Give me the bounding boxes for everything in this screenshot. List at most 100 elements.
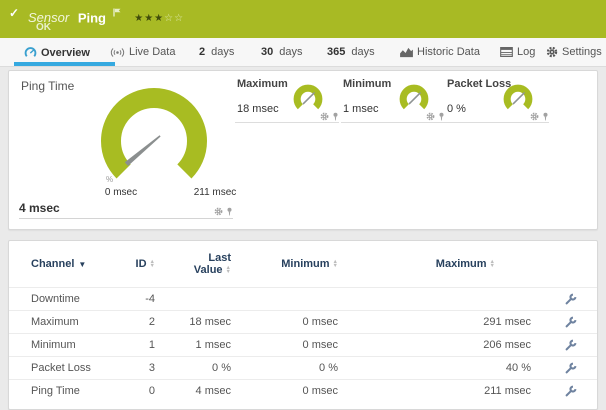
channel-maximum: 291 msec	[338, 316, 531, 328]
channel-last-value: 4 msec	[155, 385, 231, 397]
channel-minimum: 0 msec	[231, 385, 338, 397]
channel-name: Maximum	[31, 316, 131, 328]
tab-365-days-number: 365	[327, 46, 345, 58]
channel-id: -4	[131, 293, 155, 305]
channel-maximum: 40 %	[338, 362, 531, 374]
wrench-icon[interactable]	[564, 362, 577, 375]
channel-maximum: 206 msec	[338, 339, 531, 351]
column-header-label: Maximum	[436, 258, 487, 270]
tab-bar: Overview Live Data 2 days 30 days 365 da…	[0, 38, 606, 67]
gear-icon[interactable]	[426, 112, 435, 121]
wrench-icon[interactable]	[564, 385, 577, 398]
channel-id: 0	[131, 385, 155, 397]
wrench-icon[interactable]	[564, 339, 577, 352]
gear-icon[interactable]	[320, 112, 329, 121]
mini-gauge-value: 0 %	[447, 103, 466, 115]
active-tab-underline	[14, 62, 115, 66]
pin-icon[interactable]	[332, 112, 339, 121]
table-row-minimum[interactable]: Minimum 1 1 msec 0 msec 206 msec	[9, 333, 597, 356]
sensor-header: ✓ Sensor Ping ★★★☆☆ OK	[0, 0, 606, 38]
stars-empty: ☆☆	[164, 13, 184, 24]
mini-gauge-minimum: Minimum 1 msec	[341, 71, 445, 229]
percent-toggle-icon[interactable]: %	[106, 175, 113, 184]
tab-overview[interactable]: Overview	[24, 46, 90, 59]
main-gauge-value: 4 msec	[19, 201, 60, 215]
wrench-icon[interactable]	[564, 316, 577, 329]
tab-live-data[interactable]: Live Data	[110, 46, 175, 58]
gear-icon[interactable]	[214, 207, 223, 216]
channel-table-panel: Channel ▼ ID ▲▼ Last Value▲▼ Minimum ▲▼ …	[8, 240, 598, 410]
main-gauge-title: Ping Time	[21, 79, 74, 93]
area-chart-icon	[400, 47, 413, 58]
mini-gauge-divider	[341, 122, 445, 123]
tab-settings[interactable]: Settings	[546, 46, 602, 58]
tab-30-days[interactable]: 30 days	[261, 46, 303, 58]
gauge-needle	[513, 93, 524, 104]
gear-icon[interactable]	[530, 112, 539, 121]
channel-id: 3	[131, 362, 155, 374]
main-gauge-divider	[19, 218, 233, 219]
table-row-downtime[interactable]: Downtime -4	[9, 287, 597, 310]
tab-30-days-label: days	[279, 46, 302, 58]
tab-overview-label: Overview	[41, 47, 90, 59]
mini-gauge-divider	[235, 122, 339, 123]
channel-last-value: 18 msec	[155, 316, 231, 328]
pin-icon[interactable]	[542, 112, 549, 121]
channel-name: Ping Time	[31, 385, 131, 397]
sort-icon: ▲▼	[490, 260, 495, 269]
sensor-status-badge: OK	[36, 22, 51, 33]
sensor-title: Ping	[78, 10, 106, 25]
table-header-row: Channel ▼ ID ▲▼ Last Value▲▼ Minimum ▲▼ …	[9, 241, 597, 287]
tab-365-days-label: days	[351, 46, 374, 58]
pin-icon[interactable]	[438, 112, 445, 121]
mini-gauge-label: Maximum	[237, 78, 288, 90]
gauge-needle	[303, 93, 314, 104]
tab-log-label: Log	[517, 46, 535, 58]
tab-365-days[interactable]: 365 days	[327, 46, 375, 58]
tab-2-days[interactable]: 2 days	[199, 46, 234, 58]
column-header-label: Value	[194, 264, 223, 276]
column-header-maximum[interactable]: Maximum ▲▼	[338, 258, 531, 270]
priority-flag-icon[interactable]	[113, 5, 121, 20]
channel-name: Downtime	[31, 293, 131, 305]
channel-minimum: 0 %	[231, 362, 338, 374]
channel-id: 1	[131, 339, 155, 351]
column-header-label: Last	[208, 252, 231, 264]
wrench-icon[interactable]	[564, 293, 577, 306]
channel-maximum: 211 msec	[338, 385, 531, 397]
channel-minimum: 0 msec	[231, 339, 338, 351]
gauge-scale-min: 0 msec	[93, 187, 149, 198]
tab-live-data-label: Live Data	[129, 46, 175, 58]
table-row-packet-loss[interactable]: Packet Loss 3 0 % 0 % 40 %	[9, 356, 597, 379]
sort-desc-icon: ▼	[78, 260, 86, 269]
table-row-ping-time[interactable]: Ping Time 0 4 msec 0 msec 211 msec	[9, 379, 597, 402]
mini-gauge-value: 1 msec	[343, 103, 378, 115]
channel-name: Minimum	[31, 339, 131, 351]
table-row-maximum[interactable]: Maximum 2 18 msec 0 msec 291 msec	[9, 310, 597, 333]
tab-historic-data-label: Historic Data	[417, 46, 480, 58]
tab-historic-data[interactable]: Historic Data	[400, 46, 480, 58]
pin-icon[interactable]	[226, 207, 233, 216]
tab-log[interactable]: Log	[500, 46, 535, 58]
mini-gauge-maximum: Maximum 18 msec	[235, 71, 339, 229]
column-header-last-value[interactable]: Last Value▲▼	[155, 252, 231, 276]
channel-last-value: 0 %	[155, 362, 231, 374]
mini-gauge-label: Minimum	[343, 78, 391, 90]
column-header-minimum[interactable]: Minimum ▲▼	[231, 258, 338, 270]
log-icon	[500, 47, 513, 57]
channel-last-value: 1 msec	[155, 339, 231, 351]
prtg-sensor-page: ✓ Sensor Ping ★★★☆☆ OK Overview Liv	[0, 0, 606, 400]
tab-2-days-number: 2	[199, 46, 205, 58]
status-check-icon: ✓	[9, 6, 19, 20]
mini-gauge-packet-loss: Packet Loss 0 %	[445, 71, 549, 229]
channel-name: Packet Loss	[31, 362, 131, 374]
gauge-needle	[409, 93, 420, 104]
column-header-label: Channel	[31, 258, 74, 270]
mini-gauge-value: 18 msec	[237, 103, 279, 115]
column-header-id[interactable]: ID ▲▼	[131, 258, 155, 270]
column-header-label: ID	[136, 258, 147, 270]
channel-minimum: 0 msec	[231, 316, 338, 328]
priority-stars[interactable]: ★★★☆☆	[134, 13, 184, 24]
column-header-channel[interactable]: Channel ▼	[31, 258, 131, 270]
broadcast-icon	[110, 47, 125, 58]
